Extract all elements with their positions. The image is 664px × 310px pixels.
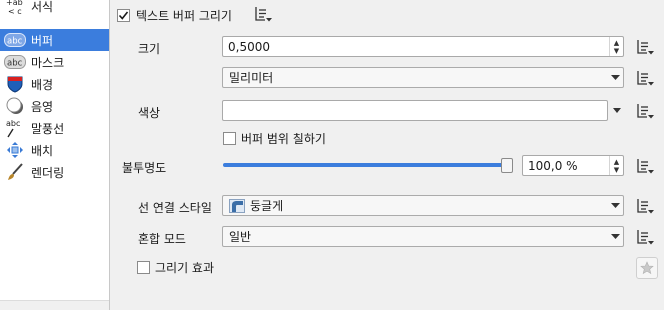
draw-buffer-checkbox[interactable] — [117, 9, 130, 22]
blend-mode-value: 일반 — [229, 230, 252, 244]
color-label: 색상 — [138, 106, 161, 120]
round-join-icon — [229, 198, 245, 213]
sidebar-item-callout[interactable]: abc 말풍선 — [0, 117, 109, 139]
sidebar-item-label: 버퍼 — [31, 33, 54, 48]
blend-mode-label: 혼합 모드 — [138, 232, 186, 246]
opacity-stepper[interactable]: ▲ ▼ — [609, 156, 623, 175]
size-unit-value: 밀리미터 — [229, 71, 274, 85]
sidebar: +ab< c 서식 abc 버퍼 abc 마스크 배경 음영 abc 말풍선 — [0, 0, 110, 310]
opacity-value: 100,0 % — [528, 158, 578, 173]
svg-text:+ab: +ab — [6, 0, 23, 7]
chevron-down-icon — [607, 202, 623, 209]
size-label: 크기 — [138, 42, 161, 56]
shadow-icon — [4, 96, 26, 116]
sidebar-item-label: 렌더링 — [31, 165, 65, 180]
opacity-slider-track[interactable] — [223, 163, 513, 167]
opacity-data-defined-button[interactable] — [632, 155, 658, 176]
size-stepper[interactable]: ▲ ▼ — [609, 37, 623, 56]
sidebar-item-label: 음영 — [31, 99, 54, 114]
sidebar-item-mask[interactable]: abc 마스크 — [0, 51, 109, 73]
color-menu-button[interactable] — [610, 100, 624, 121]
spin-up-icon[interactable]: ▲ — [614, 39, 619, 47]
spin-down-icon[interactable]: ▼ — [614, 47, 619, 55]
sidebar-item-background[interactable]: 배경 — [0, 73, 109, 95]
blend-mode-data-defined-button[interactable] — [632, 226, 658, 247]
sidebar-item-label: 마스크 — [31, 55, 65, 70]
customize-effects-button[interactable] — [636, 257, 658, 279]
join-style-combo[interactable]: 둥글게 — [222, 195, 624, 216]
sidebar-item-label: 말풍선 — [31, 121, 65, 136]
opacity-spinbox[interactable]: 100,0 % ▲ ▼ — [522, 155, 624, 176]
spin-up-icon[interactable]: ▲ — [614, 158, 619, 166]
sidebar-item-shadow[interactable]: 음영 — [0, 95, 109, 117]
data-defined-override-icon — [637, 229, 654, 244]
color-button[interactable] — [222, 100, 608, 121]
rendering-brush-icon — [4, 162, 26, 182]
svg-text:< c: < c — [8, 7, 22, 16]
unit-data-defined-button[interactable] — [632, 67, 658, 88]
draw-buffer-data-defined-button[interactable] — [250, 3, 276, 24]
sidebar-item-label: 서식 — [31, 0, 54, 14]
chevron-down-icon — [607, 74, 623, 81]
opacity-slider-handle[interactable] — [501, 158, 513, 173]
callout-icon: abc — [4, 118, 26, 138]
svg-text:abc: abc — [7, 59, 23, 69]
placement-icon — [4, 140, 26, 160]
join-style-label: 선 연결 스타일 — [138, 201, 212, 215]
data-defined-override-icon — [637, 39, 654, 54]
data-defined-override-icon — [637, 198, 654, 213]
sidebar-item-rendering[interactable]: 렌더링 — [0, 161, 109, 183]
star-icon — [640, 261, 654, 275]
blend-mode-combo[interactable]: 일반 — [222, 226, 624, 247]
size-unit-combo[interactable]: 밀리미터 — [222, 67, 624, 88]
opacity-label: 불투명도 — [122, 161, 167, 175]
sidebar-horizontal-scrollbar[interactable] — [0, 300, 109, 310]
data-defined-override-icon — [637, 70, 654, 85]
size-value: 0,5000 — [228, 39, 270, 54]
size-spinbox[interactable]: 0,5000 ▲ ▼ — [222, 36, 624, 57]
chevron-down-icon — [607, 233, 623, 240]
draw-effects-label: 그리기 효과 — [155, 261, 215, 275]
sidebar-item-label: 배경 — [31, 77, 54, 92]
sidebar-item-placement[interactable]: 배치 — [0, 139, 109, 161]
chevron-down-icon — [613, 108, 621, 113]
spin-down-icon[interactable]: ▼ — [614, 166, 619, 174]
join-style-value: 둥글게 — [250, 199, 284, 213]
fill-buffer-label: 버퍼 범위 칠하기 — [241, 132, 326, 146]
background-shield-icon — [4, 74, 26, 94]
text-mask-icon: abc — [4, 52, 26, 72]
data-defined-override-icon — [637, 158, 654, 173]
draw-effects-checkbox[interactable] — [137, 261, 150, 274]
svg-text:abc: abc — [7, 37, 23, 47]
svg-text:abc: abc — [6, 119, 20, 128]
sidebar-item-format[interactable]: +ab < c 서식 — [0, 0, 109, 17]
data-defined-override-icon — [255, 6, 272, 21]
check-mark-icon — [118, 11, 129, 20]
sidebar-item-label: 배치 — [31, 143, 54, 158]
data-defined-override-icon — [637, 103, 654, 118]
text-format-icon: +ab < c — [4, 0, 26, 16]
join-style-data-defined-button[interactable] — [632, 195, 658, 216]
color-data-defined-button[interactable] — [632, 100, 658, 121]
size-data-defined-button[interactable] — [632, 36, 658, 57]
text-buffer-icon: abc — [4, 30, 26, 50]
draw-buffer-label: 텍스트 버퍼 그리기 — [136, 9, 232, 23]
sidebar-item-buffer[interactable]: abc 버퍼 — [0, 29, 109, 51]
fill-buffer-checkbox[interactable] — [223, 132, 236, 145]
